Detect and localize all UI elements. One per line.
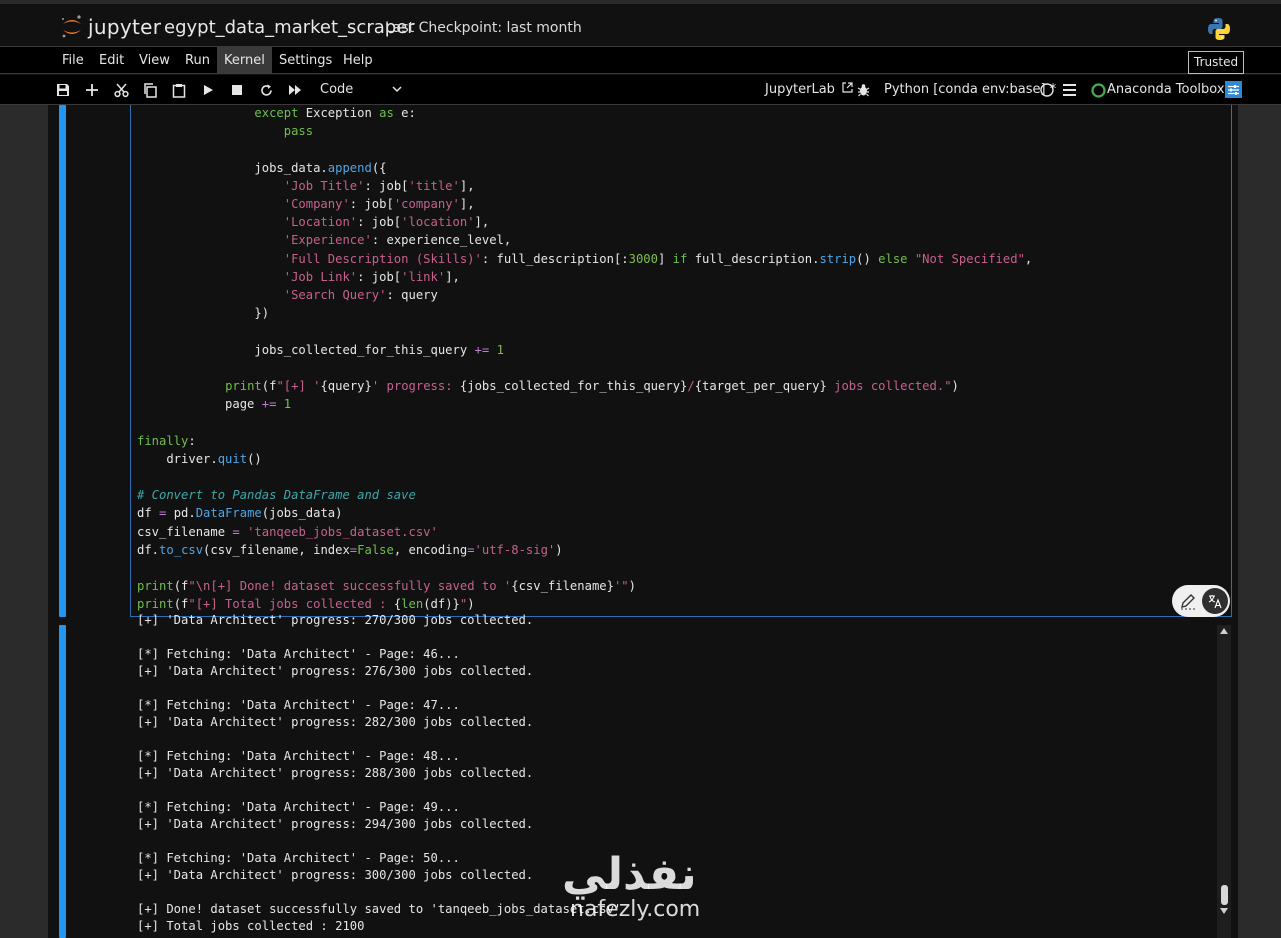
output-text: [+] 'Data Architect' progress: 270/300 j… [137,612,621,935]
bug-icon[interactable] [857,83,870,97]
code-line: page += 1 [137,397,292,412]
menu-settings[interactable]: Settings [272,47,339,74]
property-inspector-button[interactable] [1225,81,1242,98]
jupyterlab-label: JupyterLab [765,82,835,97]
code-line: csv_filename = 'tanqeeb_jobs_dataset.csv… [137,524,438,539]
anaconda-toolbox[interactable]: Anaconda Toolbox [1107,82,1225,97]
code-line: # Convert to Pandas DataFrame and save [137,488,416,503]
output-line: [+] 'Data Architect' progress: 300/300 j… [137,868,534,882]
open-jupyterlab-link[interactable]: JupyterLab [765,82,853,97]
kernel-status-icon [1040,83,1054,97]
menu-kernel[interactable]: Kernel [217,47,272,74]
scissors-icon [113,83,129,97]
code-line: jobs_collected_for_this_query += 1 [137,342,504,357]
translate-button[interactable] [1202,588,1228,614]
output-line: [+] 'Data Architect' progress: 294/300 j… [137,817,534,831]
fast-forward-icon [289,85,301,95]
scroll-up-icon[interactable] [1220,628,1228,634]
code-line: 'Experience': experience_level, [283,233,512,248]
external-link-icon [842,82,853,93]
watermark-arabic: نفذلي [562,849,697,900]
output-line: [+] 'Data Architect' progress: 276/300 j… [137,664,534,678]
copy-button[interactable] [141,81,159,99]
run-button[interactable] [199,81,217,99]
sliders-icon [1228,84,1239,95]
play-icon [204,85,213,95]
jupyter-logo-text: jupyter [88,15,162,39]
stop-button[interactable] [228,81,246,99]
copy-icon [144,82,157,98]
output-line: [+] Total jobs collected : 2100 [137,919,365,933]
clipboard-icon [172,83,186,98]
checkpoint-status: Last Checkpoint: last month [385,20,582,36]
save-button[interactable] [54,81,72,99]
code-line: jobs_data.append({ [137,160,387,175]
output-line: [*] Fetching: 'Data Architect' - Page: 4… [137,800,460,814]
jupyter-logo-icon [62,15,81,38]
cut-button[interactable] [112,81,130,99]
scrollbar-thumb[interactable] [1221,885,1228,905]
menu-edit[interactable]: Edit [92,47,131,74]
jupyter-logo[interactable]: jupyter [60,14,161,40]
menu-help[interactable]: Help [336,47,380,74]
nafezly-watermark: نفذلي nafezly.com [562,852,700,922]
restart-button[interactable] [257,81,275,99]
output-line: [*] Fetching: 'Data Architect' - Page: 4… [137,647,460,661]
output-line: [*] Fetching: 'Data Architect' - Page: 4… [137,749,460,763]
save-icon [57,84,69,96]
translate-icon [1208,595,1222,609]
menu-icon[interactable] [1063,84,1076,96]
edit-pencil-icon[interactable] [1179,592,1197,610]
code-line: df.to_csv(csv_filename, index=False, enc… [137,542,563,557]
cell-collapser-output[interactable] [59,625,66,938]
trusted-indicator[interactable]: Trusted [1188,51,1245,74]
chevron-down-icon[interactable] [392,84,402,94]
menu-run[interactable]: Run [178,47,217,74]
output-line: [*] Fetching: 'Data Architect' - Page: 4… [137,698,460,712]
code-line: print(f"[+] '{query}' progress: {jobs_co… [225,379,959,394]
cell-type-select[interactable]: Code [320,82,353,97]
stop-icon [232,85,242,95]
code-line: df = pd.DataFrame(jobs_data) [137,506,343,521]
kernel-name[interactable]: Python [conda env:base] * [884,82,1056,97]
plus-icon [86,84,98,96]
code-line: 'Full Description (Skills)': full_descri… [283,251,1033,266]
code-line: pass [283,124,314,139]
code-line: finally: [137,433,196,448]
menu-file[interactable]: File [55,47,91,74]
code-line: except Exception as e: [254,106,416,120]
add-cell-button[interactable] [83,81,101,99]
top-header: jupyter egypt_data_market_scraper Last C… [0,0,1281,46]
code-line: 'Job Title': job['title'], [283,178,475,193]
refresh-icon [260,84,272,96]
output-line: [+] 'Data Architect' progress: 288/300 j… [137,766,534,780]
output-line: [+] 'Data Architect' progress: 282/300 j… [137,715,534,729]
paste-button[interactable] [170,81,188,99]
output-line: [+] Done! dataset successfully saved to … [137,902,622,916]
notebook-title[interactable]: egypt_data_market_scraper [164,17,415,38]
python-logo-icon [1208,18,1230,40]
code-line: 'Location': job['location'], [283,215,490,230]
code-line: }) [137,306,270,321]
code-line: 'Search Query': query [283,288,438,303]
code-line: print(f"\n[+] Done! dataset successfully… [137,579,636,594]
anaconda-icon [1091,83,1106,98]
cell-collapser-input[interactable] [59,105,66,617]
scroll-down-icon[interactable] [1220,908,1228,914]
menu-view[interactable]: View [132,47,177,74]
code-line: driver.quit() [137,451,262,466]
watermark-latin: nafezly.com [570,897,701,922]
output-line: [+] 'Data Architect' progress: 270/300 j… [137,613,534,627]
code-line: 'Company': job['company'], [283,197,475,212]
restart-run-all-button[interactable] [286,81,304,99]
menu-bar: File Edit View Run Kernel Settings Help [0,46,1281,74]
code-line: 'Job Link': job['link'], [283,269,460,284]
output-line: [*] Fetching: 'Data Architect' - Page: 5… [137,851,460,865]
notebook-toolbar: Code JupyterLab Python [conda env:base] … [0,75,1281,105]
code-line: print(f"[+] Total jobs collected : {len(… [137,597,475,612]
code-editor-text[interactable]: except Exception as e: pass jobs_data.ap… [137,104,1032,614]
